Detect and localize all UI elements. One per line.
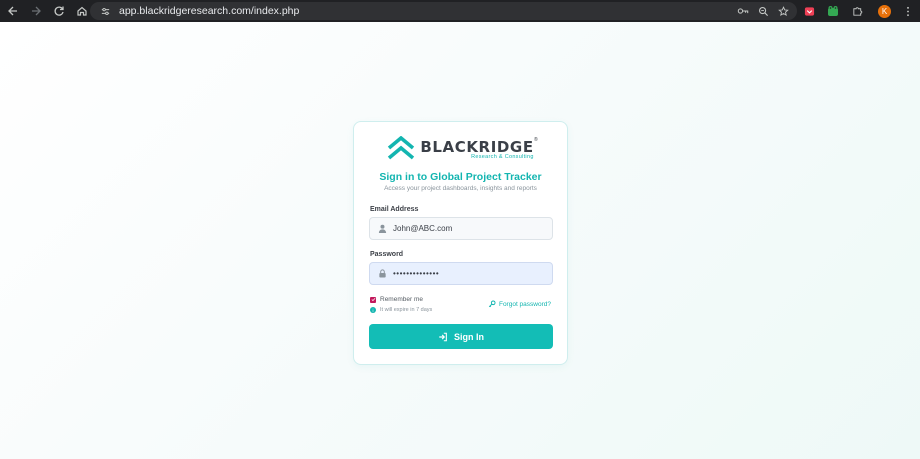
expire-text: It will expire in 7 days [380,307,433,313]
pocket-extension[interactable] [800,2,818,20]
url-text[interactable]: app.blackridgeresearch.com/index.php [119,5,299,17]
star-icon [777,5,789,16]
email-field[interactable]: John@ABC.com [369,217,553,240]
password-key-button[interactable] [735,3,751,19]
site-info-button[interactable] [97,3,113,19]
kebab-menu-icon [907,6,909,16]
login-card: BLACKRIDGE Research & Consulting ® Sign … [353,121,568,365]
expire-note: i It will expire in 7 days [370,307,432,313]
frog-icon [828,6,838,16]
email-label: Email Address [370,206,419,213]
sign-in-button[interactable]: Sign In [369,324,553,349]
remember-me[interactable]: Remember me [370,296,423,303]
login-title: Sign in to Global Project Tracker [379,171,542,183]
lock-icon [376,268,388,280]
email-value[interactable]: John@ABC.com [393,224,452,233]
back-button[interactable] [3,1,23,21]
user-icon [376,223,388,235]
reload-button[interactable] [49,1,69,21]
password-field[interactable]: •••••••••••••• [369,262,553,285]
extensions-area: K [800,2,920,20]
pocket-icon [804,6,814,16]
arrow-left-icon [8,6,17,16]
address-bar[interactable]: app.blackridgeresearch.com/index.php [90,2,797,20]
key-icon [737,8,749,14]
page-background: BLACKRIDGE Research & Consulting ® Sign … [0,22,920,459]
bookmark-button[interactable] [775,3,791,19]
arrow-right-icon [32,6,41,16]
frog-extension[interactable] [824,2,842,20]
menu-button[interactable] [899,2,917,20]
forgot-password-label[interactable]: Forgot password? [499,301,551,308]
remember-checkbox[interactable] [370,296,376,303]
home-button[interactable] [72,1,92,21]
check-icon [371,297,375,302]
login-icon [439,332,447,341]
extensions-button[interactable] [848,2,866,20]
forward-button[interactable] [26,1,46,21]
sign-in-label[interactable]: Sign In [454,332,484,342]
password-label: Password [370,251,404,258]
zoom-icon [758,6,768,16]
profile-avatar[interactable]: K [878,4,891,18]
login-subtitle: Access your project dashboards, insights… [384,185,537,192]
browser-toolbar: app.blackridgeresearch.com/index.php K [0,0,920,22]
brand-wordmark: BLACKRIDGE Research & Consulting ® [420,137,537,160]
key-icon [488,300,496,308]
registered-mark: ® [534,136,538,143]
remember-label[interactable]: Remember me [380,296,423,303]
puzzle-icon [852,6,862,16]
info-icon: i [370,307,376,313]
brand-logo: BLACKRIDGE Research & Consulting ® [354,136,567,162]
forgot-password-link[interactable]: Forgot password? [488,300,551,308]
brand-name: BLACKRIDGE [420,137,534,156]
chevron-logo-icon [388,136,415,160]
reload-icon [54,6,64,16]
tune-icon [101,7,109,15]
home-icon [77,6,87,16]
password-value[interactable]: •••••••••••••• [393,269,439,278]
zoom-button[interactable] [755,3,771,19]
